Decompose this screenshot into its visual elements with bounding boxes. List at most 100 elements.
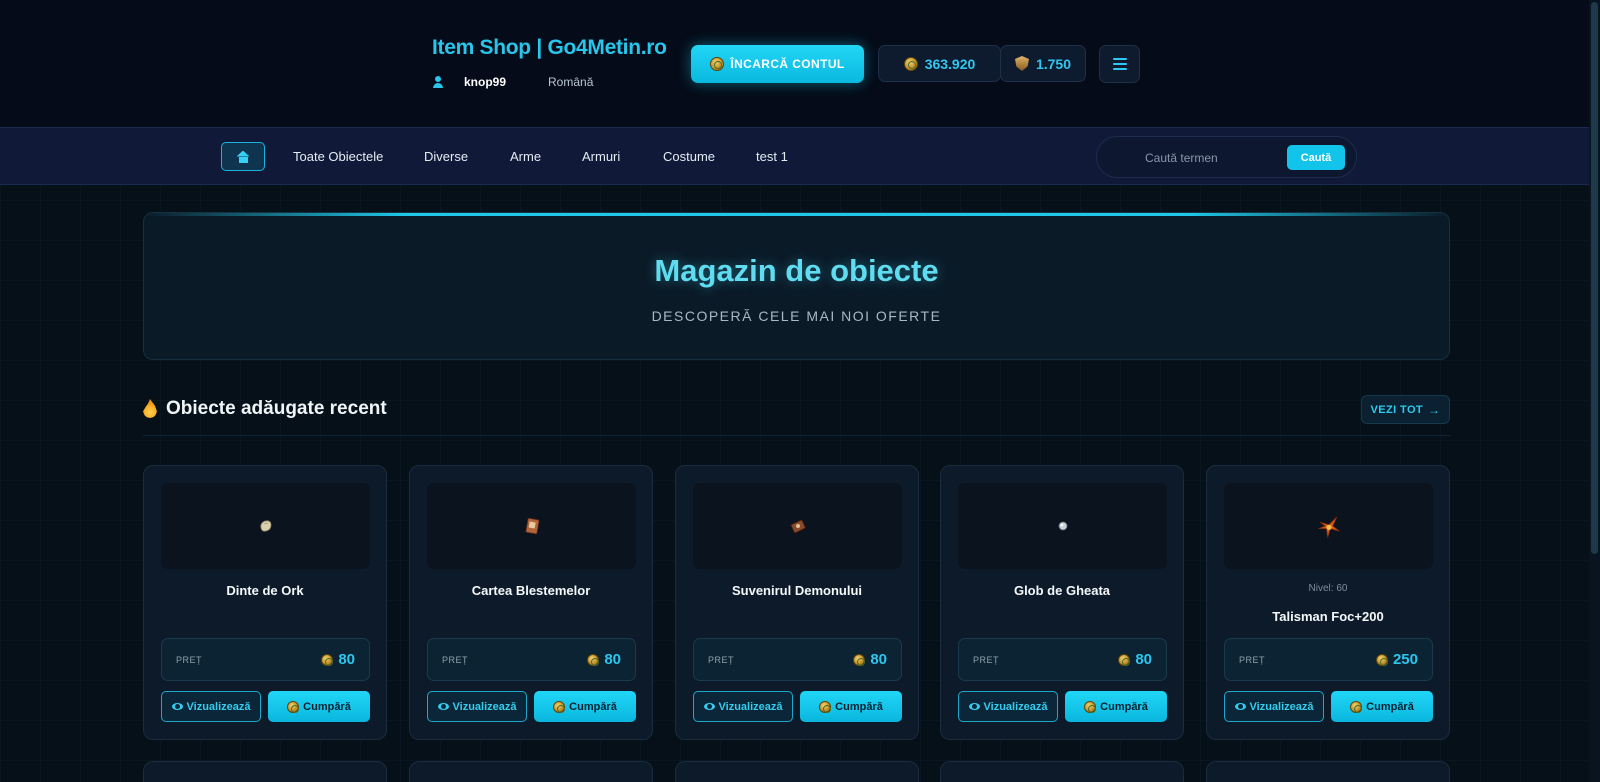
coin-icon bbox=[321, 653, 334, 666]
eye-icon bbox=[1234, 703, 1246, 710]
product-card-partial bbox=[409, 761, 653, 782]
price-box: PREȚ 250 bbox=[1224, 638, 1433, 681]
price-value: 80 bbox=[853, 651, 887, 668]
coin-icon bbox=[1350, 700, 1363, 713]
coin-icon bbox=[819, 700, 832, 713]
price-label: PREȚ bbox=[176, 655, 203, 665]
view-button[interactable]: Vizualizează bbox=[958, 691, 1058, 722]
product-card: Nivel: 60 Talisman Foc+200 PREȚ 250 Vizu… bbox=[1206, 465, 1450, 740]
price-label: PREȚ bbox=[708, 655, 735, 665]
product-image[interactable] bbox=[427, 483, 636, 569]
nav-item-test[interactable]: test 1 bbox=[756, 149, 788, 164]
product-image[interactable] bbox=[958, 483, 1167, 569]
view-button[interactable]: Vizualizează bbox=[427, 691, 527, 722]
username[interactable]: knop99 bbox=[464, 75, 506, 89]
product-card-partial bbox=[143, 761, 387, 782]
view-button[interactable]: Vizualizează bbox=[161, 691, 261, 722]
coin-icon bbox=[853, 653, 866, 666]
eye-icon bbox=[968, 703, 980, 710]
nav-item-all-items[interactable]: Toate Obiectele bbox=[293, 149, 383, 164]
shield-icon bbox=[1014, 56, 1029, 71]
hero-title: Magazin de obiecte bbox=[654, 253, 939, 288]
fire-icon bbox=[143, 399, 157, 418]
demon-souvenir-icon bbox=[790, 519, 806, 534]
eye-icon bbox=[703, 703, 715, 710]
coin-icon bbox=[710, 57, 725, 71]
hero-banner: Magazin de obiecte DESCOPERĂ CELE MAI NO… bbox=[143, 212, 1450, 360]
price-box: PREȚ 80 bbox=[958, 638, 1167, 681]
price-value: 250 bbox=[1375, 651, 1418, 668]
product-card-partial bbox=[675, 761, 919, 782]
price-value: 80 bbox=[587, 651, 621, 668]
curse-book-icon bbox=[525, 517, 539, 535]
product-card: Cartea Blestemelor PREȚ 80 Vizualizează … bbox=[409, 465, 653, 740]
user-info: knop99 Română bbox=[432, 75, 593, 89]
home-button[interactable] bbox=[221, 142, 265, 171]
product-name: Dinte de Ork bbox=[226, 583, 304, 598]
hamburger-icon bbox=[1112, 58, 1127, 70]
price-value: 80 bbox=[1118, 651, 1152, 668]
buy-button[interactable]: Cumpără bbox=[534, 691, 636, 722]
coins-balance-value: 363.920 bbox=[924, 55, 976, 72]
view-all-button[interactable]: VEZI TOT → bbox=[1361, 395, 1450, 424]
nav-item-misc[interactable]: Diverse bbox=[424, 149, 468, 164]
ice-globe-icon bbox=[1058, 521, 1067, 531]
product-card-partial bbox=[1206, 761, 1450, 782]
price-value: 80 bbox=[321, 651, 355, 668]
product-image[interactable] bbox=[693, 483, 902, 569]
product-name: Cartea Blestemelor bbox=[471, 583, 591, 598]
coin-icon bbox=[553, 700, 566, 713]
product-card: Suvenirul Demonului PREȚ 80 Vizualizează… bbox=[675, 465, 919, 740]
coin-icon bbox=[587, 653, 600, 666]
product-card: Dinte de Ork PREȚ 80 Vizualizează Cumpăr… bbox=[143, 465, 387, 740]
coin-icon bbox=[287, 700, 300, 713]
nav-item-armor[interactable]: Armuri bbox=[582, 149, 620, 164]
product-name: Talisman Foc+200 bbox=[1272, 609, 1384, 624]
buy-button[interactable]: Cumpără bbox=[268, 691, 370, 722]
home-icon bbox=[237, 151, 250, 163]
buy-button[interactable]: Cumpără bbox=[800, 691, 902, 722]
price-box: PREȚ 80 bbox=[161, 638, 370, 681]
view-button[interactable]: Vizualizează bbox=[1224, 691, 1324, 722]
load-account-button[interactable]: ÎNCARCĂ CONTUL bbox=[691, 45, 864, 83]
menu-button[interactable] bbox=[1099, 45, 1140, 83]
user-icon bbox=[432, 76, 444, 88]
nav-item-costumes[interactable]: Costume bbox=[663, 149, 715, 164]
product-image[interactable] bbox=[161, 483, 370, 569]
search-input[interactable] bbox=[1145, 149, 1285, 167]
product-name: Suvenirul Demonului bbox=[731, 583, 862, 598]
product-level: Nivel: 60 bbox=[1308, 583, 1348, 594]
arrow-right-icon: → bbox=[1428, 402, 1441, 417]
page-scrollbar[interactable] bbox=[1589, 0, 1600, 782]
coins-balance[interactable]: 363.920 bbox=[878, 45, 1001, 82]
category-nav: Toate Obiectele Diverse Arme Armuri Cost… bbox=[0, 127, 1600, 185]
fire-talisman-icon bbox=[1317, 516, 1340, 538]
recent-section-header: Obiecte adăugate recent VEZI TOT → bbox=[143, 395, 1450, 436]
site-title[interactable]: Item Shop | Go4Metin.ro bbox=[432, 36, 667, 60]
price-label: PREȚ bbox=[973, 655, 1000, 665]
language-selector[interactable]: Română bbox=[548, 75, 593, 89]
coin-icon bbox=[903, 56, 918, 71]
coin-icon bbox=[1118, 653, 1131, 666]
coin-icon bbox=[1375, 653, 1388, 666]
shield-balance-value: 1.750 bbox=[1035, 55, 1072, 72]
product-card-partial bbox=[940, 761, 1184, 782]
eye-icon bbox=[171, 703, 183, 710]
product-name: Glob de Gheata bbox=[1013, 583, 1111, 598]
coin-icon bbox=[1084, 700, 1097, 713]
search-box: Caută bbox=[1096, 136, 1357, 178]
search-button[interactable]: Caută bbox=[1287, 145, 1345, 170]
price-label: PREȚ bbox=[1239, 655, 1266, 665]
section-title: Obiecte adăugate recent bbox=[166, 398, 387, 419]
product-image[interactable] bbox=[1224, 483, 1433, 569]
load-account-label: ÎNCARCĂ CONTUL bbox=[730, 57, 845, 71]
price-label: PREȚ bbox=[442, 655, 469, 665]
buy-button[interactable]: Cumpără bbox=[1065, 691, 1167, 722]
scrollbar-thumb[interactable] bbox=[1591, 2, 1598, 554]
orc-tooth-icon bbox=[259, 520, 271, 532]
view-button[interactable]: Vizualizează bbox=[693, 691, 793, 722]
nav-item-weapons[interactable]: Arme bbox=[510, 149, 541, 164]
buy-button[interactable]: Cumpără bbox=[1331, 691, 1433, 722]
price-box: PREȚ 80 bbox=[693, 638, 902, 681]
shield-balance[interactable]: 1.750 bbox=[1000, 45, 1086, 82]
